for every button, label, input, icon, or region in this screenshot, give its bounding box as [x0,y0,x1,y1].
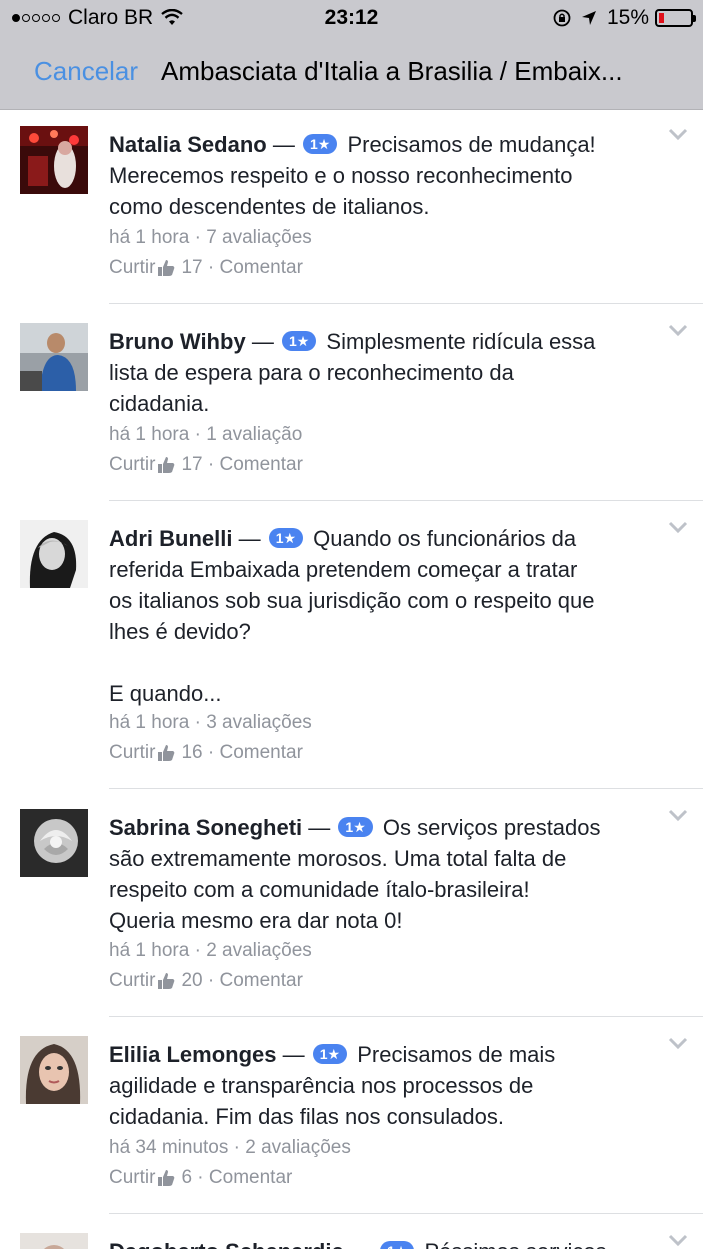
review-time[interactable]: há 1 hora [109,712,189,733]
thumbs-up-icon [158,1170,175,1186]
name-dash: — [272,132,295,157]
like-count: 6 [181,1167,193,1188]
battery-icon [655,9,696,27]
review-text-line: Os serviços prestados [382,815,601,840]
review-text-line: respeito com a comunidade ítalo-brasilei… [109,877,530,902]
review-item: Bruno Wihby — 1★ Simplesmente ridícula e… [0,304,703,501]
name-dash: — [238,526,261,551]
reviewer-name[interactable]: Natalia Sedano [109,132,267,157]
name-dash: — [308,815,331,840]
review-text-line: cidadania. [109,391,210,416]
chevron-down-icon[interactable] [668,1036,688,1050]
reviewer-name[interactable]: Elilia Lemonges [109,1042,277,1067]
review-text-line: lhes é devido? [109,619,251,644]
review-item: Elilia Lemonges — 1★ Precisamos de mais … [0,1017,703,1214]
like-button[interactable]: Curtir [109,454,155,476]
like-button[interactable]: Curtir [109,970,155,992]
thumbs-up-icon [158,260,175,276]
review-time[interactable]: há 1 hora [109,424,189,445]
review-text-line: referida Embaixada pretendem começar a t… [109,557,578,582]
reviewer-name[interactable]: Bruno Wihby [109,329,246,354]
review-text-line: são extremamente morosos. Uma total falt… [109,846,567,871]
thumbs-up-icon [158,457,175,473]
review-count[interactable]: 3 avaliações [206,712,312,733]
review-time[interactable]: há 1 hora [109,940,189,961]
like-button[interactable]: Curtir [109,257,155,279]
avatar[interactable] [20,1036,88,1104]
reviewer-name[interactable]: Sabrina Sonegheti [109,815,302,840]
review-time[interactable]: há 1 hora [109,227,189,248]
comment-button[interactable]: Comentar [209,1167,292,1189]
review-text-line: Merecemos respeito e o nosso reconhecime… [109,163,573,188]
review-item: Dagoberto Schenardie — 1★ Péssimos servi… [0,1214,703,1249]
rating-badge: 1★ [312,1044,348,1064]
chevron-down-icon[interactable] [668,323,688,337]
like-count: 17 [181,454,203,475]
rating-badge: 1★ [302,134,338,154]
rating-badge: 1★ [281,331,317,351]
rating-badge: 1★ [338,817,373,837]
avatar[interactable] [20,323,88,391]
review-text-line: Precisamos de mais [357,1042,556,1067]
rating-badge: 1★ [379,1241,415,1249]
name-dash: — [350,1239,372,1249]
review-text-line: lista de espera para o reconhecimento da [109,360,514,385]
comment-button[interactable]: Comentar [219,257,302,279]
chevron-down-icon[interactable] [668,520,688,534]
review-text-line: como descendentes de italianos. [109,194,430,219]
review-text-line: os italianos sob sua jurisdição com o re… [109,588,595,613]
like-button[interactable]: Curtir [109,742,155,764]
battery-percent: 15% [606,6,649,29]
avatar[interactable] [20,520,88,588]
avatar[interactable] [20,809,88,877]
review-text-line: E quando... [109,681,222,706]
chevron-down-icon[interactable] [668,1233,688,1247]
review-text-line: agilidade e transparência nos processos … [109,1073,534,1098]
chevron-down-icon[interactable] [668,808,688,822]
thumbs-up-icon [158,973,175,989]
review-text-line: Precisamos de mudança! [347,132,596,157]
status-bar: Claro BR 23:12 15% [0,0,703,38]
rotation-lock-icon [553,9,571,27]
review-text-line: cidadania. Fim das filas nos consulados. [109,1104,504,1129]
review-count[interactable]: 1 avaliação [206,424,302,445]
page-title: Ambasciata d'Italia a Brasilia / Embaix.… [161,56,623,86]
like-count: 20 [181,970,203,991]
review-item: Adri Bunelli — 1★ Quando os funcionários… [0,501,703,789]
chevron-down-icon[interactable] [668,127,688,141]
comment-button[interactable]: Comentar [219,970,302,992]
cancel-button[interactable]: Cancelar [34,56,138,87]
location-arrow-icon [581,11,596,25]
review-item: Natalia Sedano — 1★ Precisamos de mudanç… [0,110,703,304]
reviewer-name[interactable]: Dagoberto Schenardie [109,1239,344,1249]
review-time[interactable]: há 34 minutos [109,1137,228,1158]
reviewer-name[interactable]: Adri Bunelli [109,526,232,551]
review-count[interactable]: 2 avaliações [245,1137,351,1158]
thumbs-up-icon [158,745,175,761]
comment-button[interactable]: Comentar [219,454,302,476]
navigation-bar: Cancelar Ambasciata d'Italia a Brasilia … [0,38,703,110]
review-text-line: Queria mesmo era dar nota 0! [109,908,403,933]
avatar[interactable] [20,1233,88,1249]
review-text-line: Simplesmente ridícula essa [326,329,596,354]
like-count: 17 [181,257,203,278]
review-text-line: Quando os funcionários da [313,526,577,551]
review-text-line: Péssimos serviços [424,1239,606,1249]
review-item: Sabrina Sonegheti — 1★ Os serviços prest… [0,789,703,1017]
review-count[interactable]: 2 avaliações [206,940,312,961]
avatar[interactable] [20,126,88,194]
like-button[interactable]: Curtir [109,1167,155,1189]
like-count: 16 [181,742,203,763]
review-count[interactable]: 7 avaliações [206,227,312,248]
name-dash: — [251,329,274,354]
comment-button[interactable]: Comentar [219,742,302,764]
name-dash: — [282,1042,305,1067]
rating-badge: 1★ [268,528,304,548]
